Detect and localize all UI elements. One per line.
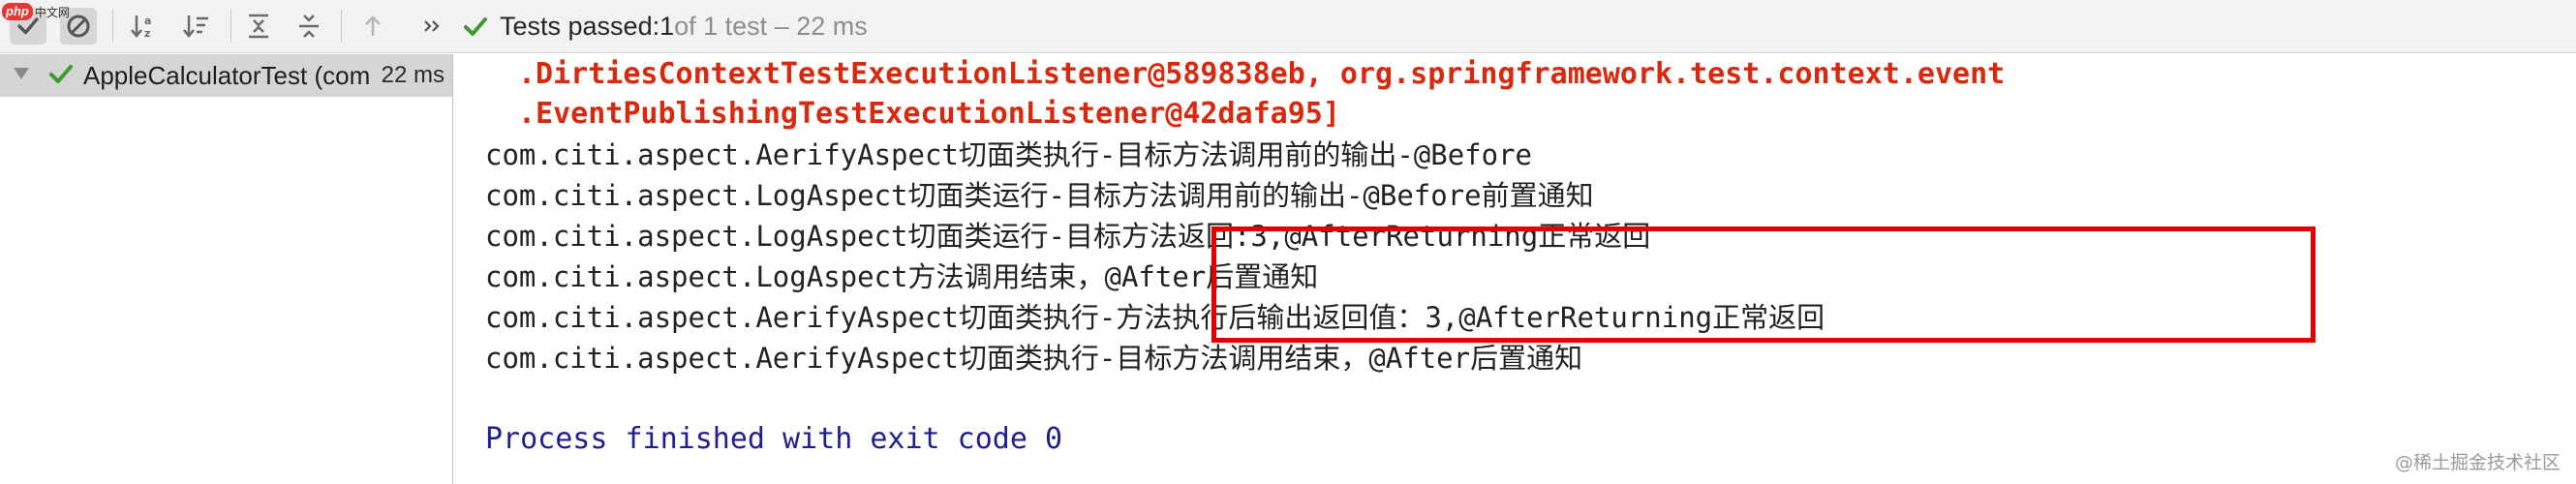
more-icon bbox=[424, 20, 440, 32]
console-line: com.citi.aspect.LogAspect切面类运行-目标方法调用前的输… bbox=[485, 179, 1594, 212]
sort-alpha-icon: a z bbox=[131, 15, 151, 40]
console-line-error: .EventPublishingTestExecutionListener@42… bbox=[518, 97, 1340, 131]
more-actions-button[interactable] bbox=[414, 8, 451, 45]
watermark-text: 中文网 bbox=[34, 5, 70, 19]
console-line: com.citi.aspect.AerifyAspect切面类执行-目标方法调用… bbox=[485, 138, 1533, 171]
collapse-all-icon bbox=[299, 15, 319, 38]
sort-duration-icon bbox=[183, 15, 208, 38]
expand-arrow-icon[interactable] bbox=[14, 68, 29, 79]
console-line: com.citi.aspect.AerifyAspect切面类执行-目标方法调用… bbox=[485, 342, 1583, 375]
expand-all-icon bbox=[249, 14, 268, 39]
source-credit: @稀土掘金技术社区 bbox=[2394, 452, 2561, 473]
watermark-logo: php 中文网 bbox=[2, 2, 70, 21]
test-duration: 22 ms bbox=[375, 60, 445, 91]
passed-count: 1 bbox=[659, 12, 675, 41]
status-suffix: of 1 test – 22 ms bbox=[674, 12, 868, 41]
status-prefix: Tests passed: bbox=[500, 12, 660, 41]
console-line: com.citi.aspect.LogAspect方法调用结束，@After后置… bbox=[485, 260, 1319, 293]
console-output[interactable]: .DirtiesContextTestExecutionListener@589… bbox=[454, 54, 2576, 484]
previous-failed-icon bbox=[365, 15, 381, 36]
process-finished-line: Process finished with exit code 0 bbox=[485, 422, 1063, 456]
watermark-badge: php bbox=[2, 3, 33, 20]
test-tree-panel: AppleCalculatorTest (com 22 ms bbox=[0, 54, 453, 484]
svg-text:a: a bbox=[144, 15, 151, 27]
highlight-box bbox=[1211, 227, 2315, 343]
svg-text:z: z bbox=[144, 27, 150, 40]
test-class-name: AppleCalculatorTest (com bbox=[83, 61, 371, 90]
expand-all-button[interactable] bbox=[240, 8, 277, 45]
collapse-all-button[interactable] bbox=[291, 8, 327, 45]
previous-failed-button[interactable] bbox=[354, 8, 391, 45]
console-line-error: .DirtiesContextTestExecutionListener@589… bbox=[518, 57, 2006, 91]
test-passed-icon bbox=[48, 62, 74, 92]
test-tree-item[interactable]: AppleCalculatorTest (com 22 ms bbox=[0, 54, 452, 97]
sort-by-duration-button[interactable] bbox=[178, 8, 215, 45]
toolbar-separator bbox=[230, 10, 231, 43]
test-runner-toolbar: a z Tests passed: 1 of 1 test – 22 ms ph… bbox=[0, 0, 2576, 53]
toolbar-separator bbox=[112, 10, 113, 43]
sort-alphabetically-button[interactable]: a z bbox=[126, 8, 163, 45]
run-tool-window: a z Tests passed: 1 of 1 test – 22 ms ph… bbox=[0, 0, 2576, 484]
test-status: Tests passed: 1 of 1 test – 22 ms bbox=[463, 0, 868, 53]
tests-passed-icon bbox=[463, 15, 488, 40]
toolbar-separator bbox=[341, 10, 342, 43]
